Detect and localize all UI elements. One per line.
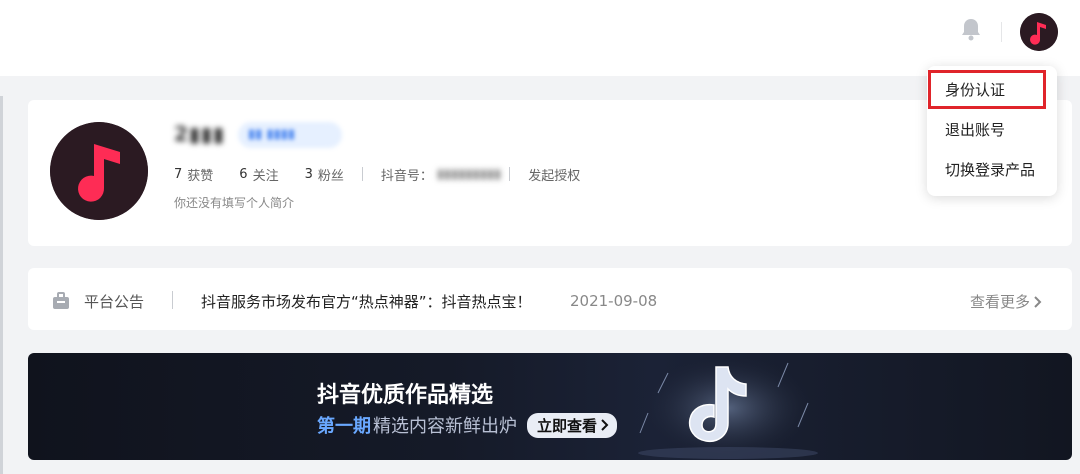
stat-label: 关注 [252,168,279,184]
profile-card: 2▮▮▮ ▮▮ ▮▮▮▮ 7 获赞 6 关注 3 粉丝 抖音号： ▮▮▮▮▮▮▮… [28,100,1072,246]
header-divider [1001,22,1002,42]
douyin-logo-art [638,353,818,460]
user-avatar[interactable] [1020,13,1058,51]
douyin-id-value: ▮▮▮▮▮▮▮▮▮ [436,166,502,182]
music-note-icon [1020,13,1058,51]
douyin-id: 抖音号： ▮▮▮▮▮▮▮▮▮ [381,165,501,184]
banner-subtitle-text: 精选内容新鲜出炉 [373,416,517,437]
chevron-right-icon [601,419,609,431]
profile-stats: 7 获赞 6 关注 3 粉丝 抖音号： ▮▮▮▮▮▮▮▮▮ 发起授权 [174,164,580,184]
promo-banner[interactable]: 抖音优质作品精选 第一期 精选内容新鲜出炉 立即查看 [28,353,1072,460]
stats-divider [509,167,511,181]
stat-following[interactable]: 6 关注 [239,165,278,184]
profile-avatar [50,122,148,220]
view-more-label: 查看更多 [970,293,1031,311]
stat-num: 6 [239,166,248,182]
announcement-icon [52,292,70,310]
left-scroll-edge [0,96,3,474]
banner-title: 抖音优质作品精选 [317,383,494,408]
stat-label: 粉丝 [317,168,344,184]
chevron-right-icon [1034,295,1042,308]
auth-link[interactable]: 发起授权 [528,165,580,184]
stat-followers[interactable]: 3 粉丝 [305,165,344,184]
username: 2▮▮▮ [174,122,225,146]
stats-divider [361,167,363,181]
banner-issue: 第一期 [317,416,371,437]
notice-label: 平台公告 [84,293,145,311]
stat-likes: 7 获赞 [174,165,213,184]
profile-bio: 你还没有填写个人简介 [174,196,295,210]
music-note-icon [50,122,148,220]
stat-num: 7 [174,166,183,182]
stat-num: 3 [304,166,313,182]
notice-link[interactable]: 抖音服务市场发布官方“热点神器”：抖音热点宝！ [201,291,532,312]
notice-date: 2021-09-08 [570,292,658,310]
stat-label: 获赞 [187,168,214,184]
view-now-label: 立即查看 [537,416,598,435]
banner-subtitle: 第一期 精选内容新鲜出炉 立即查看 [317,412,618,438]
view-more-link[interactable]: 查看更多 [970,291,1043,312]
menu-item-switch-product[interactable]: 切换登录产品 [927,150,1057,190]
bell-icon[interactable] [958,16,984,42]
menu-item-logout[interactable]: 退出账号 [927,110,1057,150]
notice-divider [172,291,173,309]
highlight-box [928,70,1046,109]
top-bar [0,0,1080,76]
douyin-id-label: 抖音号： [380,168,433,184]
view-now-button[interactable]: 立即查看 [527,412,618,438]
notice-card: 平台公告 抖音服务市场发布官方“热点神器”：抖音热点宝！ 2021-09-08 … [28,268,1072,330]
user-tag: ▮▮ ▮▮▮▮ [238,122,342,148]
